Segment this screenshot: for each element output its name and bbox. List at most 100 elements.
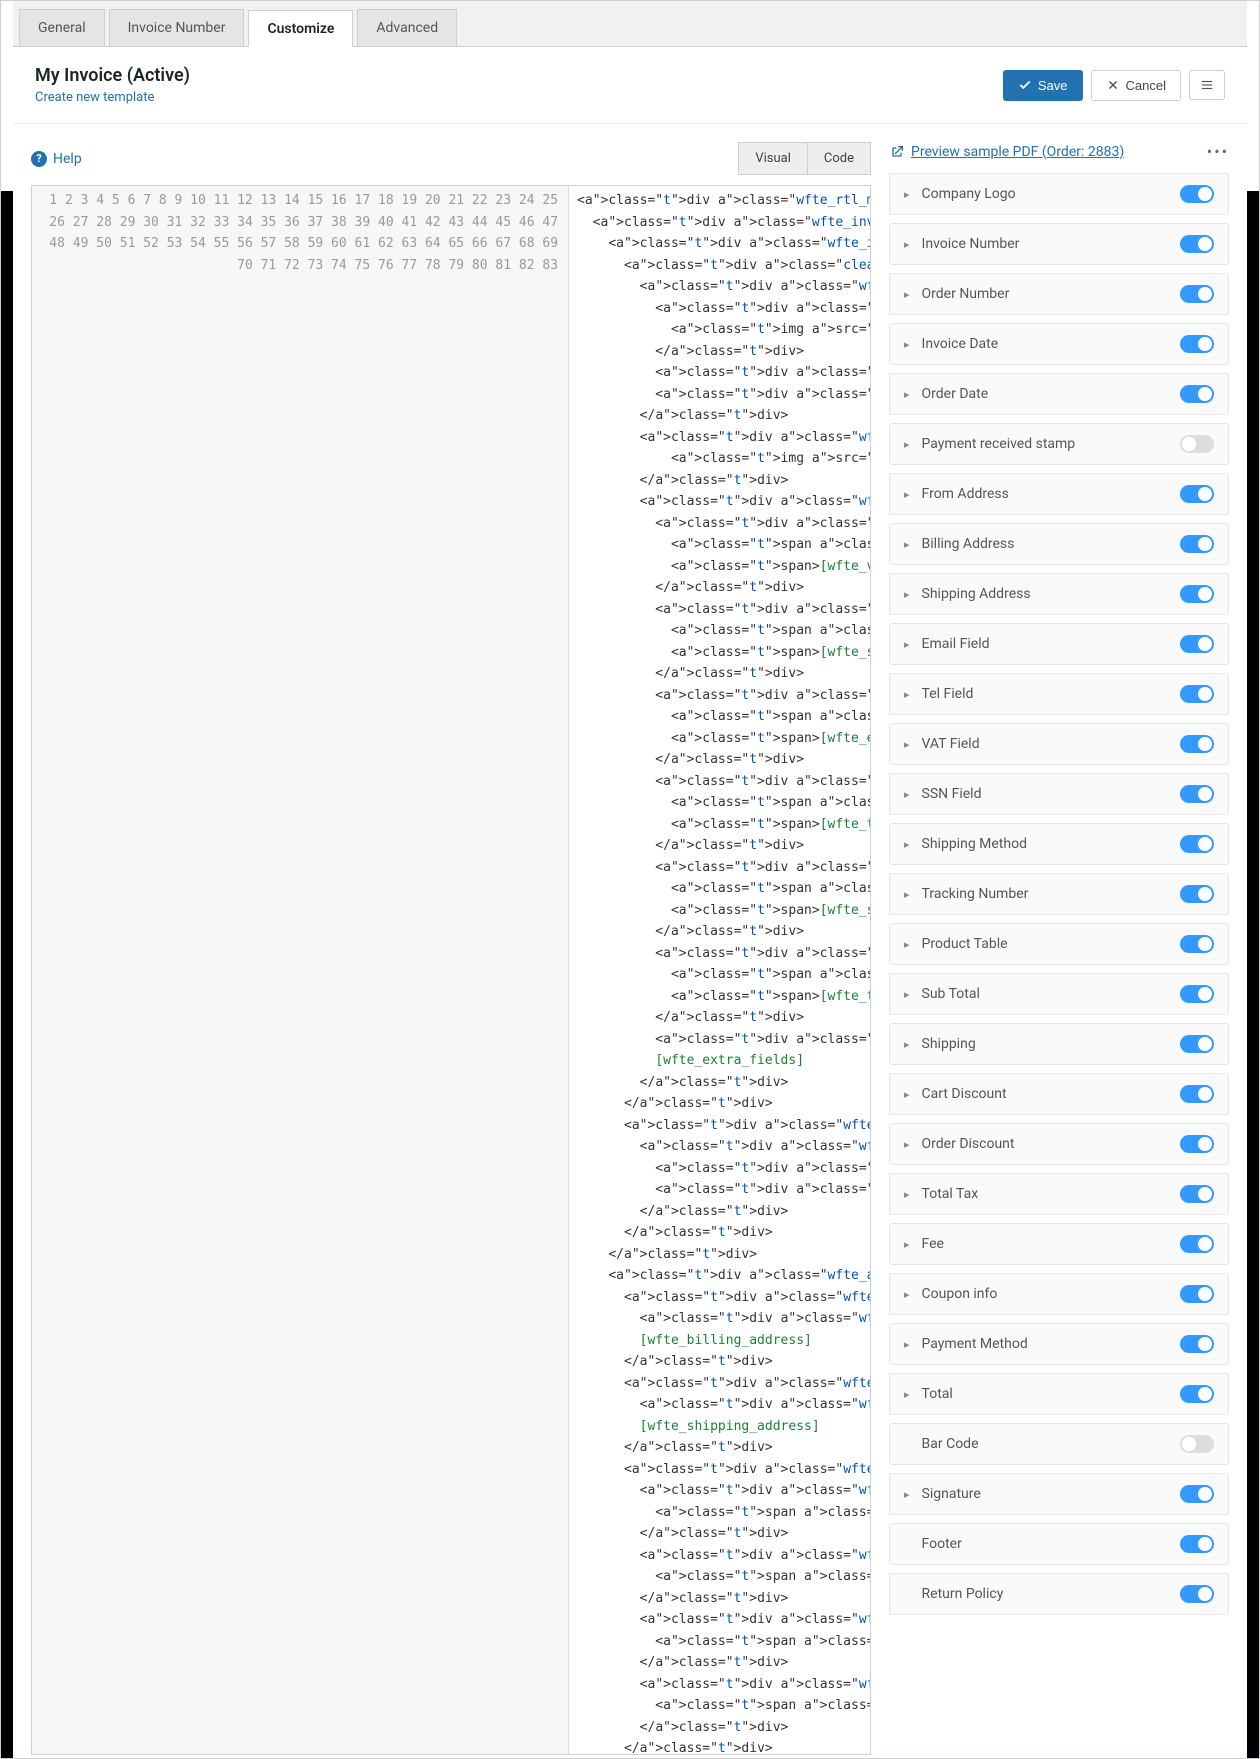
code-editor[interactable]: 1 2 3 4 5 6 7 8 9 10 11 12 13 14 15 16 1… — [31, 185, 871, 1755]
toggle-switch[interactable] — [1180, 1585, 1214, 1603]
panel-cart-discount[interactable]: ▸Cart Discount — [889, 1073, 1229, 1115]
tab-general[interactable]: General — [19, 9, 105, 46]
toggle-switch[interactable] — [1180, 235, 1214, 253]
toggle-switch[interactable] — [1180, 185, 1214, 203]
toggle-switch[interactable] — [1180, 1185, 1214, 1203]
panel-shipping-method[interactable]: ▸Shipping Method — [889, 823, 1229, 865]
panel-label: Bar Code — [922, 1436, 1180, 1452]
toggle-switch[interactable] — [1180, 735, 1214, 753]
toggle-switch[interactable] — [1180, 1085, 1214, 1103]
panel-label: Shipping Method — [922, 836, 1180, 852]
toggle-switch[interactable] — [1180, 785, 1214, 803]
panel-label: From Address — [922, 486, 1180, 502]
panel-fee[interactable]: ▸Fee — [889, 1223, 1229, 1265]
toggle-switch[interactable] — [1180, 385, 1214, 403]
panel-shipping-address[interactable]: ▸Shipping Address — [889, 573, 1229, 615]
toggle-switch[interactable] — [1180, 1135, 1214, 1153]
panel-email-field[interactable]: ▸Email Field — [889, 623, 1229, 665]
toggle-switch[interactable] — [1180, 535, 1214, 553]
panel-total-tax[interactable]: ▸Total Tax — [889, 1173, 1229, 1215]
panel-vat-field[interactable]: ▸VAT Field — [889, 723, 1229, 765]
panel-order-date[interactable]: ▸Order Date — [889, 373, 1229, 415]
toggle-switch[interactable] — [1180, 1435, 1214, 1453]
panel-payment-method[interactable]: ▸Payment Method — [889, 1323, 1229, 1365]
toggle-switch[interactable] — [1180, 335, 1214, 353]
panel-signature[interactable]: ▸Signature — [889, 1473, 1229, 1515]
toggle-switch[interactable] — [1180, 985, 1214, 1003]
toggle-switch[interactable] — [1180, 1535, 1214, 1553]
toggle-switch[interactable] — [1180, 285, 1214, 303]
save-label: Save — [1038, 78, 1068, 93]
cancel-label: Cancel — [1126, 78, 1166, 93]
tabs: GeneralInvoice NumberCustomizeAdvanced — [13, 1, 1247, 47]
panel-billing-address[interactable]: ▸Billing Address — [889, 523, 1229, 565]
toggle-switch[interactable] — [1180, 635, 1214, 653]
chevron-right-icon: ▸ — [904, 388, 910, 401]
toggle-switch[interactable] — [1180, 1235, 1214, 1253]
tab-advanced[interactable]: Advanced — [357, 9, 457, 46]
visual-tab[interactable]: Visual — [738, 142, 808, 175]
chevron-right-icon: ▸ — [904, 188, 910, 201]
panel-invoice-date[interactable]: ▸Invoice Date — [889, 323, 1229, 365]
panel-company-logo[interactable]: ▸Company Logo — [889, 173, 1229, 215]
chevron-right-icon: ▸ — [904, 1038, 910, 1051]
panel-product-table[interactable]: ▸Product Table — [889, 923, 1229, 965]
menu-button[interactable] — [1189, 70, 1225, 100]
code-tab[interactable]: Code — [808, 142, 871, 175]
toggle-switch[interactable] — [1180, 485, 1214, 503]
chevron-right-icon: ▸ — [904, 288, 910, 301]
panel-ssn-field[interactable]: ▸SSN Field — [889, 773, 1229, 815]
help-icon: ? — [31, 151, 47, 167]
panel-from-address[interactable]: ▸From Address — [889, 473, 1229, 515]
chevron-right-icon: ▸ — [904, 638, 910, 651]
toggle-switch[interactable] — [1180, 1035, 1214, 1053]
close-icon — [1106, 78, 1120, 92]
toggle-switch[interactable] — [1180, 435, 1214, 453]
panel-shipping[interactable]: ▸Shipping — [889, 1023, 1229, 1065]
chevron-right-icon: ▸ — [904, 1138, 910, 1151]
create-template-link[interactable]: Create new template — [35, 90, 154, 105]
tab-customize[interactable]: Customize — [248, 10, 353, 47]
chevron-right-icon: ▸ — [904, 688, 910, 701]
panel-tracking-number[interactable]: ▸Tracking Number — [889, 873, 1229, 915]
preview-pdf-link[interactable]: Preview sample PDF (Order: 2883) — [889, 144, 1124, 160]
chevron-right-icon: ▸ — [904, 788, 910, 801]
toggle-switch[interactable] — [1180, 1285, 1214, 1303]
panel-label: Cart Discount — [922, 1086, 1180, 1102]
chevron-right-icon: ▸ — [904, 988, 910, 1001]
panel-tel-field[interactable]: ▸ Tel Field — [889, 673, 1229, 715]
panel-bar-code[interactable]: ▸Bar Code — [889, 1423, 1229, 1465]
toggle-switch[interactable] — [1180, 835, 1214, 853]
panel-label: Total — [922, 1386, 1180, 1402]
panel-payment-received-stamp[interactable]: ▸Payment received stamp — [889, 423, 1229, 465]
panel-sub-total[interactable]: ▸Sub Total — [889, 973, 1229, 1015]
chevron-right-icon: ▸ — [904, 1188, 910, 1201]
panel-invoice-number[interactable]: ▸Invoice Number — [889, 223, 1229, 265]
cancel-button[interactable]: Cancel — [1091, 70, 1181, 101]
toggle-switch[interactable] — [1180, 585, 1214, 603]
panel-order-number[interactable]: ▸ Order Number — [889, 273, 1229, 315]
save-button[interactable]: Save — [1003, 70, 1083, 101]
line-gutter: 1 2 3 4 5 6 7 8 9 10 11 12 13 14 15 16 1… — [32, 186, 569, 1755]
toggle-switch[interactable] — [1180, 1385, 1214, 1403]
tab-invoice-number[interactable]: Invoice Number — [109, 9, 245, 46]
chevron-right-icon: ▸ — [904, 1338, 910, 1351]
panel-footer[interactable]: ▸Footer — [889, 1523, 1229, 1565]
chevron-right-icon: ▸ — [904, 538, 910, 551]
panel-label: Tel Field — [922, 686, 1180, 702]
panel-order-discount[interactable]: ▸Order Discount — [889, 1123, 1229, 1165]
toggle-switch[interactable] — [1180, 1485, 1214, 1503]
more-menu[interactable]: ••• — [1207, 142, 1229, 161]
panel-return-policy[interactable]: ▸Return Policy — [889, 1573, 1229, 1615]
panel-label: Footer — [922, 1536, 1180, 1552]
chevron-right-icon: ▸ — [904, 1238, 910, 1251]
panel-total[interactable]: ▸Total — [889, 1373, 1229, 1415]
toggle-switch[interactable] — [1180, 1335, 1214, 1353]
chevron-right-icon: ▸ — [904, 1488, 910, 1501]
panel-coupon-info[interactable]: ▸Coupon info — [889, 1273, 1229, 1315]
panel-label: Order Number — [922, 286, 1180, 302]
toggle-switch[interactable] — [1180, 685, 1214, 703]
help-link[interactable]: ? Help — [31, 151, 82, 167]
toggle-switch[interactable] — [1180, 885, 1214, 903]
toggle-switch[interactable] — [1180, 935, 1214, 953]
